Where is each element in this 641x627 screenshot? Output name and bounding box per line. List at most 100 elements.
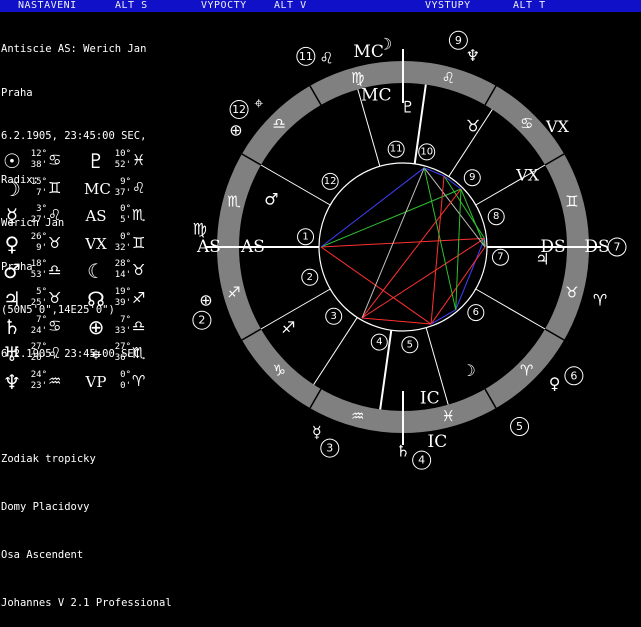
- position-sign-icon: ♌: [132, 179, 145, 197]
- info-date: 6.2.1905, 23:45:00 SEC,: [1, 129, 146, 144]
- position-sign-icon: ♏: [132, 206, 145, 224]
- aspect-line: [362, 318, 431, 324]
- aspect-line: [321, 238, 485, 247]
- house-system: Domy Placidovy: [1, 499, 172, 515]
- mars-icon: ♂: [0, 260, 24, 282]
- position-neptune: ♆24°23'♒: [0, 369, 82, 395]
- position-lilith: ☾28°14'♉: [84, 258, 166, 284]
- lilith-icon: ☾: [84, 260, 108, 282]
- cusp-number: 3: [331, 311, 337, 322]
- aspect-line: [456, 238, 485, 309]
- house-cusp-line: [476, 289, 545, 329]
- position-degrees: 12°: [25, 149, 47, 160]
- position-sign-icon: ♓: [132, 151, 145, 169]
- aspect-lines: [321, 168, 485, 324]
- position-sign-icon: ♎: [132, 317, 145, 335]
- position-sign-icon: ♏: [132, 344, 145, 362]
- position-minutes: 23': [25, 381, 47, 392]
- zodiac-sign-icon: ♋: [520, 114, 533, 132]
- menu-vystupy[interactable]: VYSTUPY: [425, 0, 471, 12]
- position-point: ⌖27°36'♏: [84, 341, 166, 367]
- outer-house-number: 2: [198, 314, 205, 327]
- menu-bar: NASTAVENI ALT S VYPOCTY ALT V VYSTUPY AL…: [0, 0, 641, 12]
- wheel-planet-icon: ⌖: [254, 93, 263, 112]
- position-sign-icon: ♋: [48, 151, 61, 169]
- position-mercury: ☿3°27'♌: [0, 203, 82, 229]
- position-sign-icon: ♌: [48, 344, 61, 362]
- position-minutes: 26': [25, 353, 47, 364]
- wheel-planet-icon: ⊕: [229, 120, 242, 139]
- wheel-planet-icon: ♇: [401, 98, 415, 117]
- zodiac-sign-icon: ♊: [565, 193, 578, 211]
- sun-icon: ☉: [0, 150, 24, 172]
- position-minutes: 39': [109, 298, 131, 309]
- position-sun: ☉12°38'♋: [0, 148, 82, 174]
- position-minutes: 14': [109, 270, 131, 281]
- venus-icon: ♀: [0, 233, 24, 255]
- descendant-outer-label: DS: [584, 237, 609, 257]
- zodiac-type: Zodiak tropicky: [1, 451, 172, 467]
- position-sign-icon: ♉: [48, 234, 61, 252]
- menu-vypocty[interactable]: VYPOCTY: [201, 0, 247, 12]
- position-sign-icon: ♒: [48, 372, 61, 390]
- menu-nastaveni[interactable]: NASTAVENI: [18, 0, 77, 12]
- cusp-number: 7: [497, 252, 503, 263]
- position-minutes: 27': [25, 215, 47, 226]
- zodiac-sign-icon: ♈: [520, 362, 533, 380]
- position-degrees: 26°: [25, 232, 47, 243]
- menu-alt-v[interactable]: ALT V: [274, 0, 307, 12]
- aspect-line: [362, 189, 461, 318]
- position-degrees: 24°: [25, 370, 47, 381]
- menu-alt-s[interactable]: ALT S: [115, 0, 148, 12]
- cusp-number: 1: [302, 231, 308, 242]
- position-degrees: 27°: [109, 342, 131, 353]
- menu-alt-t[interactable]: ALT T: [513, 0, 546, 12]
- position-sign-icon: ♈: [132, 372, 145, 390]
- neptune-icon: ♆: [0, 371, 24, 393]
- position-minutes: 38': [25, 160, 47, 171]
- outer-house-number: 9: [455, 34, 462, 47]
- position-sign-icon: ♐: [132, 289, 145, 307]
- position-minutes: 33': [109, 326, 131, 337]
- position-minutes: 0': [109, 381, 131, 392]
- wheel-planet-icon: ☽: [462, 361, 476, 380]
- position-degrees: 7°: [25, 315, 47, 326]
- wheel-planet-icon: ♂: [264, 190, 278, 209]
- position-degrees: 28°: [109, 259, 131, 270]
- outer-house-number: 5: [516, 420, 523, 433]
- vertex-outer-label: VX: [545, 117, 570, 136]
- position-degrees: 5°: [25, 287, 47, 298]
- position-sign-icon: ♊: [132, 234, 145, 252]
- saturn-icon: ♄: [0, 316, 24, 338]
- axis-type: Osa Ascendent: [1, 547, 172, 563]
- mc-icon: MC: [84, 178, 108, 200]
- aspect-line: [362, 168, 424, 318]
- chart-settings-footer: Zodiak tropicky Domy Placidovy Osa Ascen…: [1, 419, 172, 627]
- aspect-line: [362, 238, 485, 318]
- mercury-icon: ☿: [0, 205, 24, 227]
- imum-coeli-outer-label: IC: [428, 432, 448, 452]
- position-minutes: 9': [25, 243, 47, 254]
- position-ascendant: AS0°5'♏: [84, 203, 166, 229]
- position-mc: MC9°37'♌: [84, 176, 166, 202]
- position-sign-icon: ♉: [48, 289, 61, 307]
- wheel-planet-icon: ♈: [593, 290, 607, 309]
- position-minutes: 32': [109, 243, 131, 254]
- outer-house-number: 12: [232, 103, 246, 116]
- wheel-labels: ♏♎♍♌♋♊♉♈♓♒♑♐123456789101112ASASDSDSMCMCI…: [193, 31, 626, 469]
- outer-house-number: 7: [614, 241, 621, 254]
- inner-circle: [319, 163, 487, 331]
- zodiac-sign-icon: ♒: [351, 407, 364, 425]
- position-sign-icon: ♎: [48, 261, 61, 279]
- aspect-line: [431, 310, 456, 324]
- position-sign-icon: ♌: [48, 206, 61, 224]
- moon-icon: ☽: [0, 178, 24, 200]
- house-cusp-line: [261, 289, 330, 329]
- horoscope-wheel[interactable]: ♏♎♍♌♋♊♉♈♓♒♑♐123456789101112ASASDSDSMCMCI…: [165, 12, 641, 481]
- zodiac-sign-icon: ♉: [565, 283, 578, 301]
- info-title: Antiscie AS: Werich Jan: [1, 42, 146, 57]
- ascendant-icon: AS: [84, 205, 108, 227]
- wheel-planet-icon: ♍: [193, 220, 207, 239]
- position-degrees: 10°: [109, 149, 131, 160]
- position-venus: ♀26°9'♉: [0, 231, 82, 257]
